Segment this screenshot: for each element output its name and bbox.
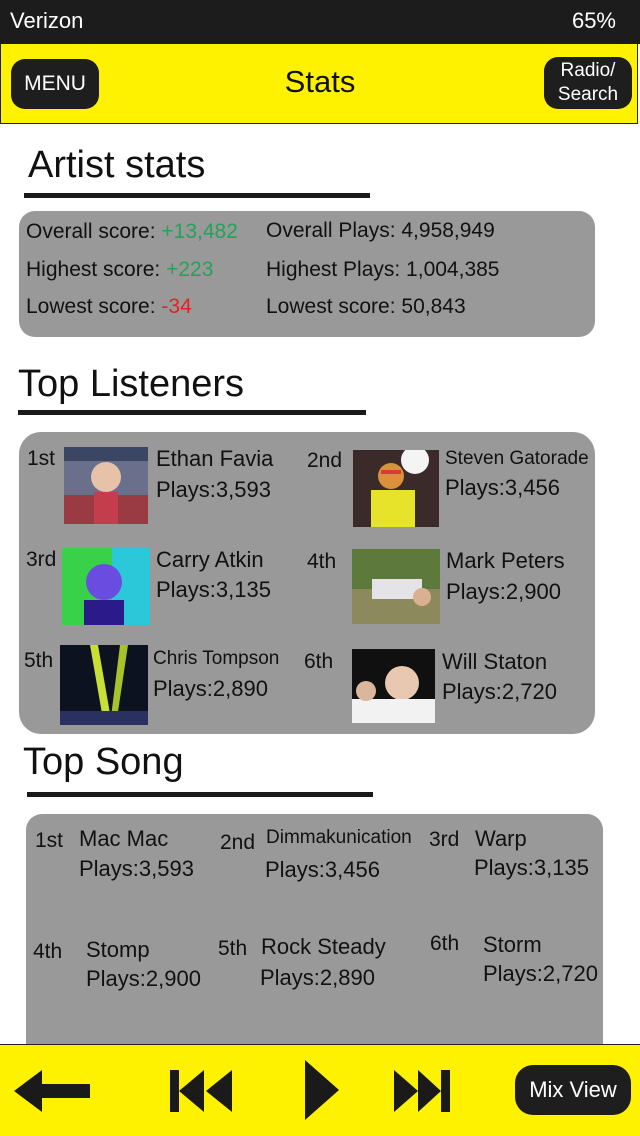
previous-track-button[interactable] <box>170 1068 234 1114</box>
listener-avatar <box>352 549 440 624</box>
listener-avatar <box>352 649 435 723</box>
highest-score-label: Highest score: <box>26 258 161 281</box>
artist-stats-heading: Artist stats <box>28 144 206 186</box>
top-song-divider <box>27 792 373 797</box>
status-bar: Verizon 65% <box>0 0 640 44</box>
listener-name: Ethan Favia <box>156 446 274 471</box>
song-name: Dimmakunication <box>266 827 412 848</box>
back-button[interactable] <box>14 1068 92 1114</box>
song-rank: 4th <box>33 940 63 963</box>
top-listeners-divider <box>18 410 366 415</box>
radio-search-label-line1: Radio/ <box>560 60 616 81</box>
radio-search-button[interactable]: Radio/Search <box>544 57 632 109</box>
listener-rank: 2nd <box>307 449 343 472</box>
top-song-heading: Top Song <box>23 741 184 783</box>
song-name: Storm <box>483 932 542 957</box>
song-plays: Plays:3,135 <box>474 855 589 880</box>
highest-score: Highest score: +223 <box>26 258 213 282</box>
listener-rank: 6th <box>304 650 334 673</box>
lowest-score: Lowest score: -34 <box>26 295 192 319</box>
listener-plays: Plays:3,593 <box>156 477 271 502</box>
mix-view-button[interactable]: Mix View <box>515 1065 631 1115</box>
back-arrow-icon <box>14 1070 90 1112</box>
song-rank: 6th <box>430 932 460 955</box>
song-plays: Plays:3,456 <box>265 857 380 882</box>
song-plays: Plays:2,890 <box>260 965 375 990</box>
song-plays: Plays:2,900 <box>86 966 201 991</box>
lowest-score-value: -34 <box>161 295 192 318</box>
song-rank: 3rd <box>429 828 460 851</box>
previous-track-icon <box>170 1070 232 1112</box>
listener-rank: 4th <box>307 550 337 573</box>
listener-avatar <box>60 645 148 725</box>
listener-name: Steven Gatorade <box>445 448 589 469</box>
song-plays: Plays:2,720 <box>483 961 598 986</box>
battery-level: 65% <box>571 8 616 33</box>
listener-plays: Plays:2,720 <box>442 679 557 704</box>
listener-rank: 5th <box>24 649 54 672</box>
song-name: Rock Steady <box>261 934 386 959</box>
listener-name: Mark Peters <box>446 548 565 573</box>
artist-stats-divider <box>24 193 370 198</box>
highest-plays: Highest Plays: 1,004,385 <box>266 258 500 281</box>
listener-plays: Plays:3,135 <box>156 577 271 602</box>
song-rank: 2nd <box>220 831 256 854</box>
overall-score-label: Overall score: <box>26 220 156 243</box>
highest-score-value: +223 <box>166 258 214 281</box>
song-name: Stomp <box>86 937 150 962</box>
listener-plays: Plays:2,890 <box>153 676 268 701</box>
listener-avatar <box>64 447 148 524</box>
radio-search-label-line2: Search <box>557 84 619 105</box>
listener-name: Chris Tompson <box>153 648 280 669</box>
play-button[interactable] <box>305 1060 339 1120</box>
listener-plays: Plays:2,900 <box>446 579 561 604</box>
overall-score-value: +13,482 <box>161 220 238 243</box>
listener-avatar <box>353 450 439 527</box>
song-rank: 5th <box>218 937 248 960</box>
top-listeners-heading: Top Listeners <box>18 363 245 405</box>
lowest-plays: Lowest score: 50,843 <box>266 295 466 318</box>
listener-rank: 3rd <box>26 548 57 571</box>
song-plays: Plays:3,593 <box>79 856 194 881</box>
listener-name: Carry Atkin <box>156 547 264 572</box>
listener-plays: Plays:3,456 <box>445 475 560 500</box>
listener-avatar <box>62 548 150 625</box>
song-name: Mac Mac <box>79 826 169 851</box>
lowest-score-label: Lowest score: <box>26 295 156 318</box>
listener-rank: 1st <box>27 447 56 470</box>
song-rank: 1st <box>35 829 64 852</box>
next-track-icon <box>394 1070 450 1112</box>
overall-plays: Overall Plays: 4,958,949 <box>266 219 495 242</box>
song-name: Warp <box>475 826 527 851</box>
overall-score: Overall score: +13,482 <box>26 220 238 244</box>
carrier-label: Verizon <box>10 8 84 33</box>
listener-name: Will Staton <box>442 649 548 674</box>
play-icon <box>305 1060 339 1120</box>
next-track-button[interactable] <box>394 1068 450 1114</box>
